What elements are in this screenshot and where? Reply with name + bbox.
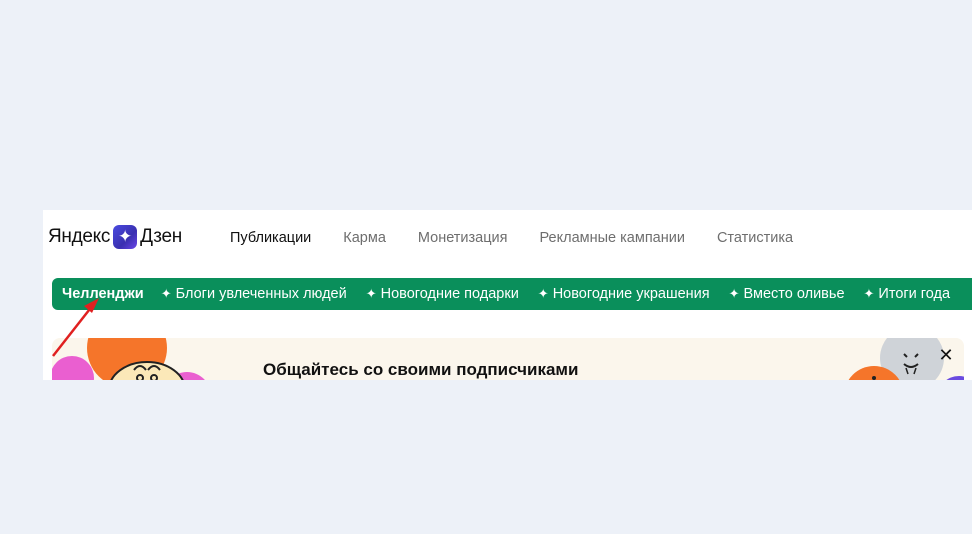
challenge-label: Новогодние подарки [380,286,519,302]
dzen-star-icon: ✦ [113,225,138,249]
sparkle-icon: ✦ [863,286,875,301]
challenge-item-new-year-decorations[interactable]: ✦ Новогодние украшения [538,286,710,302]
sparkle-icon: ✦ [537,286,549,301]
challenge-item-year-results[interactable]: ✦ Итоги года [864,286,951,302]
challenge-label: Вместо оливье [743,286,845,302]
close-icon[interactable]: ✕ [936,345,956,365]
nav-item-karma[interactable]: Карма [343,230,386,246]
banner-illustration-left [52,338,205,380]
challenge-item-blogs[interactable]: ✦ Блоги увлеченных людей [161,286,347,302]
yandex-dzen-logo[interactable]: Яндекс ✦ Дзен [48,224,182,250]
nav-item-statistics[interactable]: Статистика [717,230,793,246]
nav-item-publications[interactable]: Публикации [230,230,311,246]
sparkle-icon: ✦ [160,286,172,301]
challenge-label: Итоги года [878,286,951,302]
logo-text-yandex: Яндекс [48,226,111,247]
challenge-item-new-year-gifts[interactable]: ✦ Новогодние подарки [366,286,519,302]
challenge-label: Новогодние украшения [552,286,710,302]
banner-title: Общайтесь со своими подписчиками [263,360,579,379]
promo-banner: Общайтесь со своими подписчиками ✕ [52,338,964,380]
main-nav: Публикации Карма Монетизация Рекламные к… [230,230,825,246]
challenges-bar: Челленджи ✦ Блоги увлеченных людей ✦ Нов… [52,278,972,310]
sparkle-icon: ✦ [728,286,740,301]
nav-item-monetization[interactable]: Монетизация [418,230,508,246]
nav-item-ad-campaigns[interactable]: Рекламные кампании [540,230,685,246]
dzen-studio-panel: Яндекс ✦ Дзен Публикации Карма Монетизац… [43,210,972,380]
challenges-title[interactable]: Челленджи [62,286,144,302]
logo-text-dzen: Дзен [140,226,182,247]
sparkle-icon: ✦ [365,286,377,301]
challenge-label: Блоги увлеченных людей [175,286,347,302]
challenge-item-instead-of-olivier[interactable]: ✦ Вместо оливье [729,286,845,302]
